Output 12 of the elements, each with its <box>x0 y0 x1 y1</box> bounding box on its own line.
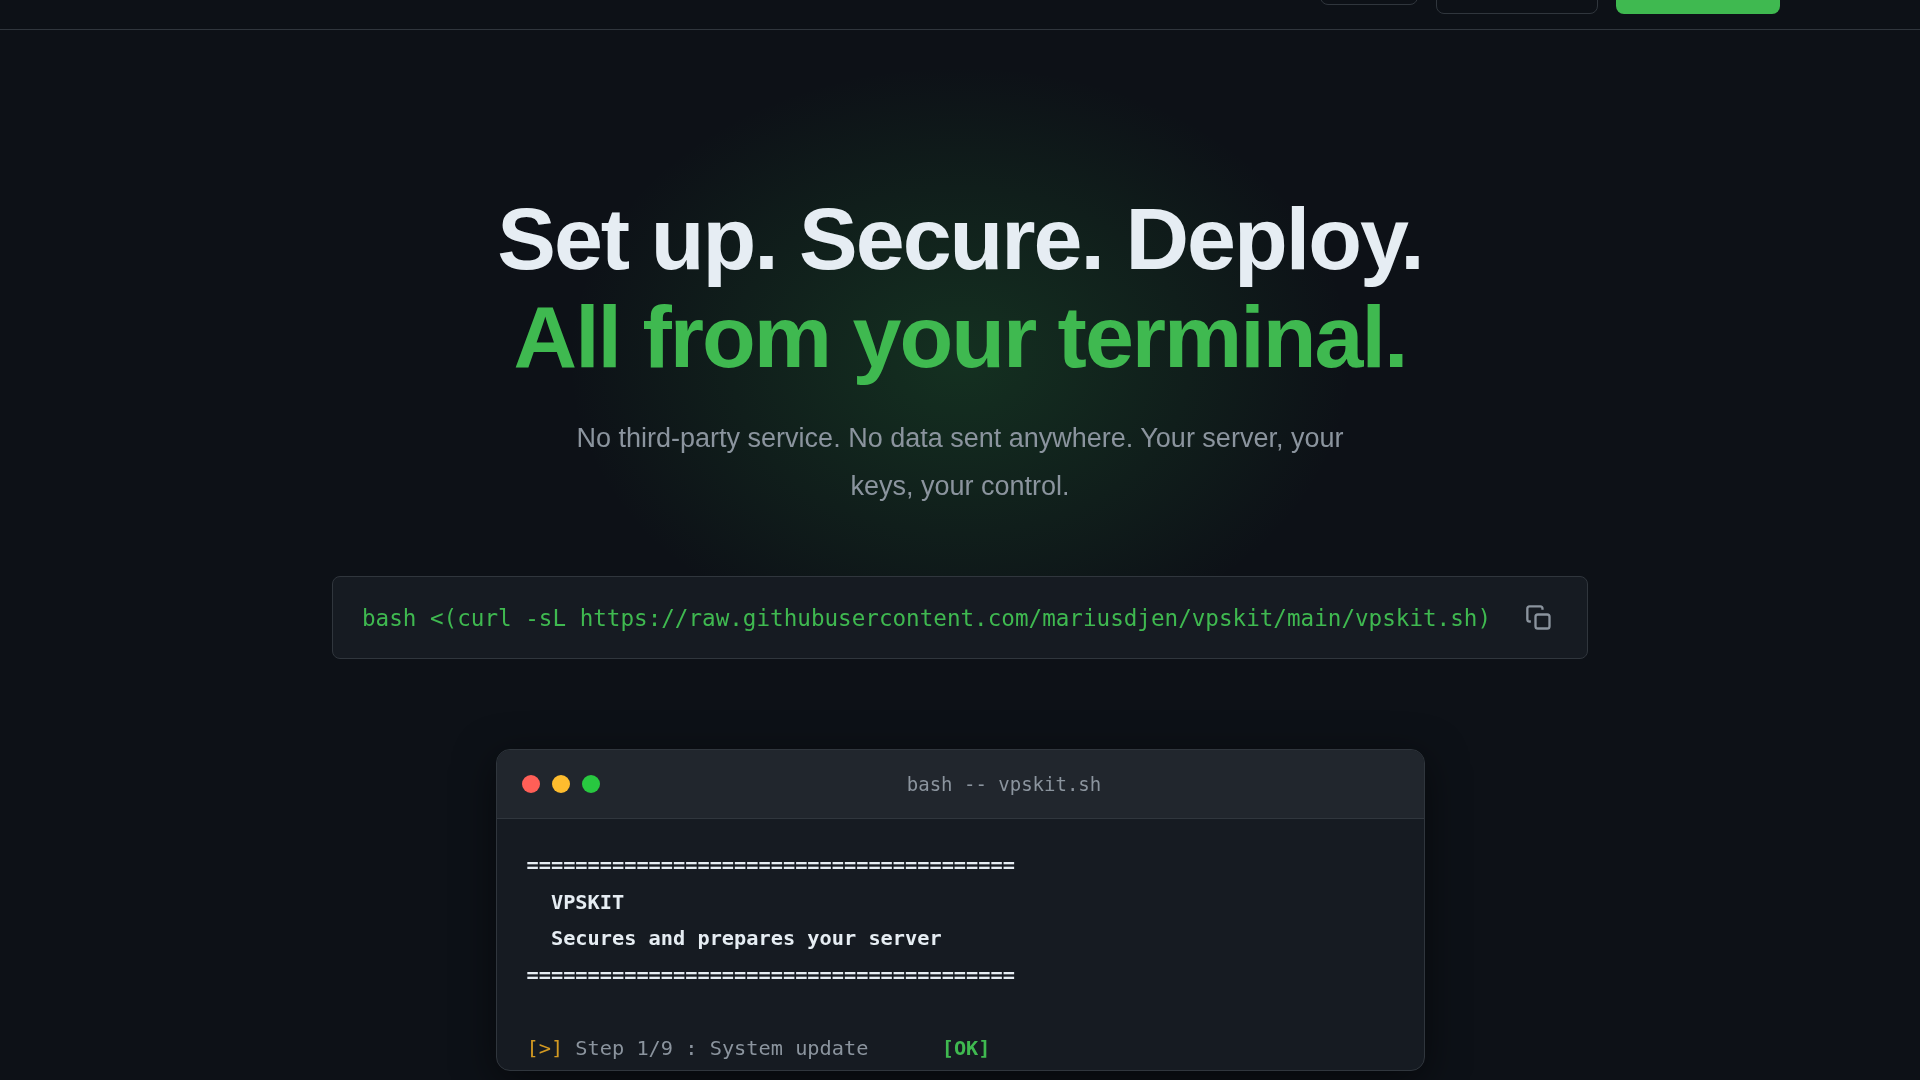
hero-highlight: All from your terminal. <box>513 288 1407 386</box>
step-status: [OK] <box>941 1035 991 1060</box>
terminal-rule: ======================================== <box>526 962 1015 987</box>
terminal-title: bash -- vpskit.sh <box>906 773 1102 795</box>
step-text: Step 1/9 : System update <box>575 1035 869 1060</box>
hero-title: Set up. Secure. Deploy. <box>497 190 1423 288</box>
terminal-rule: ======================================== <box>526 853 1015 877</box>
step-marker: [>] <box>526 1035 564 1060</box>
hero-subtitle: No third-party service. No data sent anywhere. Your server, your keys, your control. <box>575 422 1345 503</box>
terminal-heading: Secures and prepares your server <box>549 926 942 950</box>
install-command: bash <(curl -sL https://raw.githubusercontent.com/mariusdjen/vpskit/main/vpskit.sh) <box>362 604 1491 631</box>
terminal-heading: VPSKIT <box>549 889 625 914</box>
